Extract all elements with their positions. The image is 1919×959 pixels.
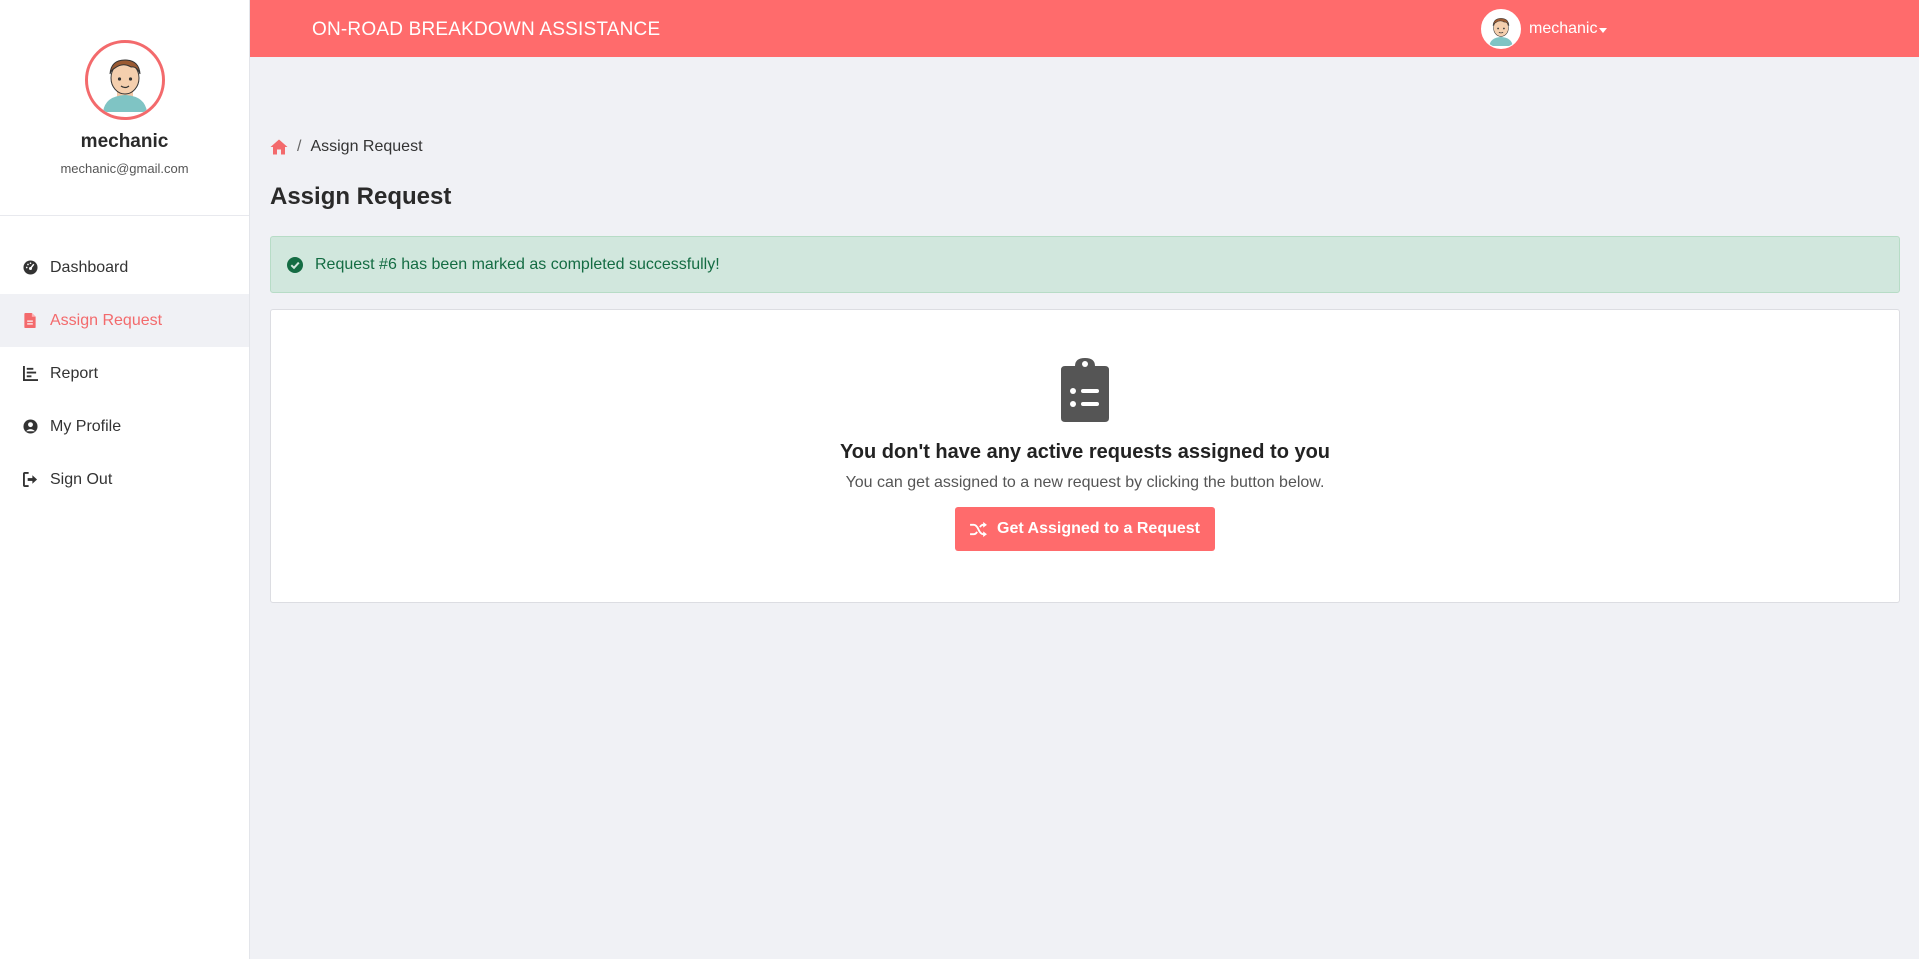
get-assigned-button[interactable]: Get Assigned to a Request bbox=[955, 507, 1215, 551]
top-navbar: ON-ROAD BREAKDOWN ASSISTANCE mechanic bbox=[250, 0, 1919, 57]
user-menu-dropdown[interactable]: mechanic bbox=[1481, 9, 1608, 49]
get-assigned-button-label: Get Assigned to a Request bbox=[997, 520, 1200, 537]
avatar-illustration-icon bbox=[1489, 18, 1513, 46]
user-circle-icon bbox=[22, 419, 38, 435]
clipboard-list-icon bbox=[1061, 358, 1109, 427]
empty-state-subtitle: You can get assigned to a new request by… bbox=[845, 474, 1325, 491]
caret-down-icon bbox=[1599, 27, 1608, 33]
avatar bbox=[1481, 9, 1521, 49]
sidebar-item-assign-request[interactable]: Assign Request bbox=[0, 294, 249, 347]
home-icon[interactable] bbox=[270, 139, 288, 155]
chart-icon bbox=[22, 366, 38, 382]
sidebar-item-sign-out[interactable]: Sign Out bbox=[0, 453, 249, 506]
sidebar-item-label: Dashboard bbox=[50, 258, 129, 276]
profile-name: mechanic bbox=[80, 131, 169, 152]
sidebar-nav: Dashboard Assign Request Report My Profi… bbox=[0, 241, 249, 506]
check-circle-icon bbox=[287, 256, 303, 273]
avatar bbox=[84, 40, 165, 120]
success-alert: Request #6 has been marked as completed … bbox=[270, 236, 1900, 293]
shuffle-icon bbox=[970, 521, 987, 537]
sidebar-profile: mechanic mechanic@gmail.com bbox=[0, 0, 249, 216]
sidebar-item-label: Sign Out bbox=[50, 470, 113, 488]
page-title: Assign Request bbox=[270, 183, 452, 210]
user-name: mechanic bbox=[1529, 20, 1598, 37]
breadcrumb-separator: / bbox=[297, 138, 302, 155]
sidebar-item-dashboard[interactable]: Dashboard bbox=[0, 241, 249, 294]
speedometer-icon bbox=[22, 260, 38, 276]
sidebar-item-report[interactable]: Report bbox=[0, 347, 249, 400]
profile-email: mechanic@gmail.com bbox=[60, 161, 189, 176]
main-content: / Assign Request Assign Request Request … bbox=[270, 57, 1900, 603]
sidebar: mechanic mechanic@gmail.com Dashboard As… bbox=[0, 0, 250, 959]
empty-state-title: You don't have any active requests assig… bbox=[839, 441, 1331, 463]
sidebar-item-my-profile[interactable]: My Profile bbox=[0, 400, 249, 453]
empty-state-card: You don't have any active requests assig… bbox=[270, 309, 1900, 603]
sidebar-item-label: Report bbox=[50, 364, 99, 382]
breadcrumb: / Assign Request bbox=[270, 138, 1900, 156]
app-brand[interactable]: ON-ROAD BREAKDOWN ASSISTANCE bbox=[312, 19, 660, 41]
file-icon bbox=[22, 313, 38, 329]
alert-message: Request #6 has been marked as completed … bbox=[315, 255, 720, 273]
sidebar-item-label: Assign Request bbox=[50, 311, 163, 329]
breadcrumb-current: Assign Request bbox=[310, 138, 423, 155]
sidebar-item-label: My Profile bbox=[50, 417, 122, 435]
sign-out-icon bbox=[22, 472, 38, 488]
avatar-illustration-icon bbox=[102, 59, 147, 112]
